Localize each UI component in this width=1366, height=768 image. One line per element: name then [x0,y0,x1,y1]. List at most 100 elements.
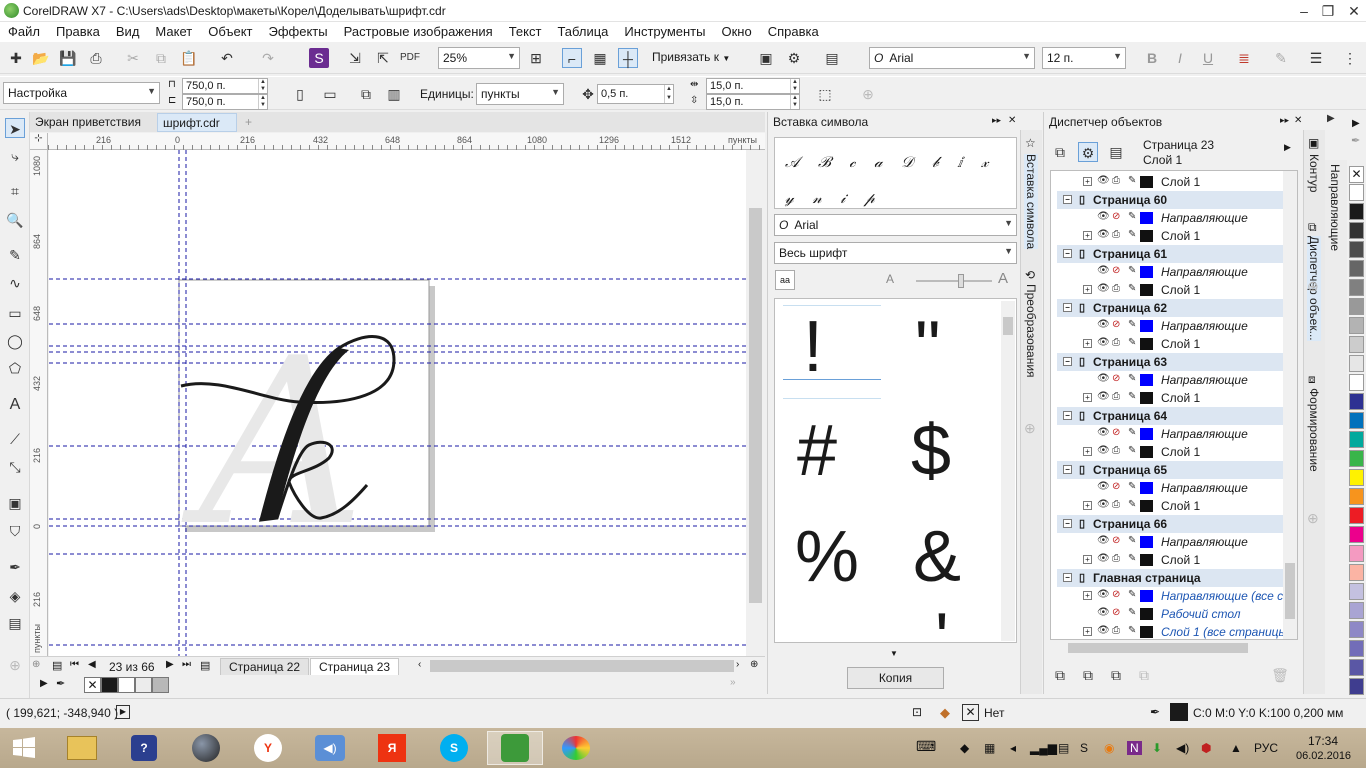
smart-fill-tool-icon[interactable]: ▤ [5,613,25,633]
expand-icon[interactable]: + [1083,339,1092,348]
tree-scrollbar[interactable] [1283,171,1297,639]
palette-options-icon[interactable]: ✒ [1351,134,1360,147]
no-print-icon[interactable]: ⊘ [1112,265,1120,276]
visibility-icon[interactable]: 👁 [1097,535,1110,546]
lock-edit-icon[interactable]: ✎ [1128,265,1136,276]
tab-document[interactable]: шрифт.cdr [157,113,237,132]
tree-layer-row[interactable]: 👁 ⊘ ✎ Направляющие [1057,479,1285,497]
lock-edit-icon[interactable]: ✎ [1128,175,1136,186]
lock-edit-icon[interactable]: ✎ [1128,373,1136,384]
first-page-icon[interactable]: ⏮ [70,659,79,670]
rectangle-tool-icon[interactable]: ▭ [5,303,25,323]
palette-scroll-icon[interactable]: » [730,677,736,688]
menu-effects[interactable]: Эффекты [261,22,336,42]
palette-swatch[interactable] [1349,545,1364,562]
landscape-icon[interactable]: ▭ [320,84,340,104]
print-icon[interactable]: ⎙ [1112,625,1120,636]
export-icon[interactable]: ⇱ [373,48,393,68]
page-tab-22[interactable]: Страница 22 [220,658,310,676]
no-print-icon[interactable]: ⊘ [1112,373,1120,384]
bullet-list-icon[interactable]: ☰ [1306,48,1326,68]
no-print-icon[interactable]: ⊘ [1112,535,1120,546]
menu-edit[interactable]: Правка [48,22,108,42]
tree-layer-row[interactable]: 👁 ⊘ ✎ Направляющие [1057,425,1285,443]
expand-icon[interactable]: + [1083,591,1092,600]
print-icon[interactable]: ⎙ [1112,337,1120,348]
palette-swatch[interactable] [1349,203,1364,220]
add-docker-right2-icon[interactable]: ⊕ [1307,510,1319,527]
vertical-ruler[interactable]: 1080 864 648 432 216 0 216 пункты [30,150,48,656]
tab-guidelines[interactable]: Направляющие [1328,164,1342,251]
corel-paint-icon[interactable] [552,731,600,765]
no-print-icon[interactable]: ⊘ [1112,589,1120,600]
menu-text[interactable]: Текст [501,22,550,42]
expand-icon[interactable]: + [1083,285,1092,294]
canvas-vertical-scrollbar[interactable] [746,150,765,656]
visibility-icon[interactable]: 👁 [1097,373,1110,384]
tree-page-row[interactable]: − ▯ Страница 62 [1057,299,1285,317]
welcome-screen-icon[interactable]: ▣ [756,48,776,68]
layer-color-chip[interactable] [1140,176,1153,188]
expand-icon[interactable]: + [1083,231,1092,240]
scroll-thumb[interactable] [749,208,762,603]
ok-tray-icon[interactable]: ◉ [1104,741,1114,755]
recent-symbol[interactable]: 𝒜 [785,153,799,171]
tree-layer-row[interactable]: 👁 ⊘ ✎ Направляющие [1057,371,1285,389]
docker-collapse-icon[interactable]: ▸▸ [992,115,1001,126]
add-tool-icon[interactable]: ⊕ [5,655,25,675]
palette-swatch[interactable] [1349,222,1364,239]
tree-layer-row[interactable]: + 👁 ⎙ ✎ Слой 1 [1057,497,1285,515]
file-explorer-icon[interactable] [58,731,106,765]
print-icon[interactable]: ⎙ [1112,499,1120,510]
lock-edit-icon[interactable]: ✎ [1128,553,1136,564]
tree-layer-row[interactable]: + 👁 ⎙ ✎ Слой 1 (все страницы [1057,623,1287,639]
layer-color-chip[interactable] [1140,374,1153,386]
lock-edit-icon[interactable]: ✎ [1128,589,1136,600]
docker-scroll-icon[interactable]: ▶ [1327,113,1335,124]
palette-swatch[interactable] [1349,583,1364,600]
new-master-layer-all-icon[interactable]: ⧉ [1106,665,1126,685]
layer-color-chip[interactable] [1140,392,1153,404]
object-manager-collapse-icon[interactable]: ▸▸ [1280,115,1289,126]
onenote-tray-icon[interactable]: N [1127,741,1142,755]
page-width-field[interactable]: 750,0 п. ▲ ▼ [182,78,268,94]
symbol-cell[interactable]: & [913,517,961,597]
duplicate-distance-x-field[interactable]: 15,0 п. ▲ ▼ [706,78,800,94]
zoom-tool-icon[interactable]: 🔍 [5,210,25,230]
tree-page-row[interactable]: − ▯ Страница 61 [1057,245,1285,263]
palette-swatch[interactable] [1349,488,1364,505]
palette-swatch[interactable] [1349,602,1364,619]
new-layer-icon[interactable]: ⧉ [1050,665,1070,685]
save-icon[interactable]: 💾 [58,48,78,68]
app-tray-icon[interactable]: ▤ [1058,741,1069,755]
print-icon[interactable]: ⎙ [1112,553,1120,564]
visibility-icon[interactable]: 👁 [1097,391,1110,402]
tree-page-row[interactable]: − ▯ Главная страница [1057,569,1285,587]
visibility-icon[interactable]: 👁 [1097,553,1110,564]
units-select[interactable]: пункты ▼ [476,83,564,105]
add-page-before-icon[interactable]: ▤ [52,659,62,672]
start-button-icon[interactable] [0,731,48,765]
tab-shaping[interactable]: Формирование [1307,388,1321,472]
zoom-in-symbol-icon[interactable]: A [998,270,1008,287]
cut-icon[interactable]: ✂ [123,48,143,68]
menu-window[interactable]: Окно [713,22,759,42]
show-object-properties-icon[interactable]: ⚙ [1078,142,1098,162]
tab-transformations[interactable]: Преобразования [1024,284,1038,378]
lock-edit-icon[interactable]: ✎ [1128,481,1136,492]
copy-button[interactable]: Копия [847,667,944,689]
visibility-icon[interactable]: 👁 [1097,337,1110,348]
symbol-cell[interactable]: # [797,411,837,491]
show-grid-icon[interactable]: ▦ [590,48,610,68]
lock-edit-icon[interactable]: ✎ [1128,319,1136,330]
lock-edit-icon[interactable]: ✎ [1128,229,1136,240]
new-master-layer-odd-icon[interactable]: ⧉ [1134,665,1154,685]
palette-swatch[interactable] [1349,507,1364,524]
snap-to-dropdown[interactable]: Привязать к ▼ [652,50,730,64]
visibility-icon[interactable]: 👁 [1097,499,1110,510]
palette-swatch[interactable] [1349,469,1364,486]
layer-color-chip[interactable] [1140,338,1153,350]
visibility-icon[interactable]: 👁 [1097,607,1110,618]
tab-welcome-screen[interactable]: Экран приветствия [30,113,156,132]
zoom-out-symbol-icon[interactable]: A [886,272,894,286]
